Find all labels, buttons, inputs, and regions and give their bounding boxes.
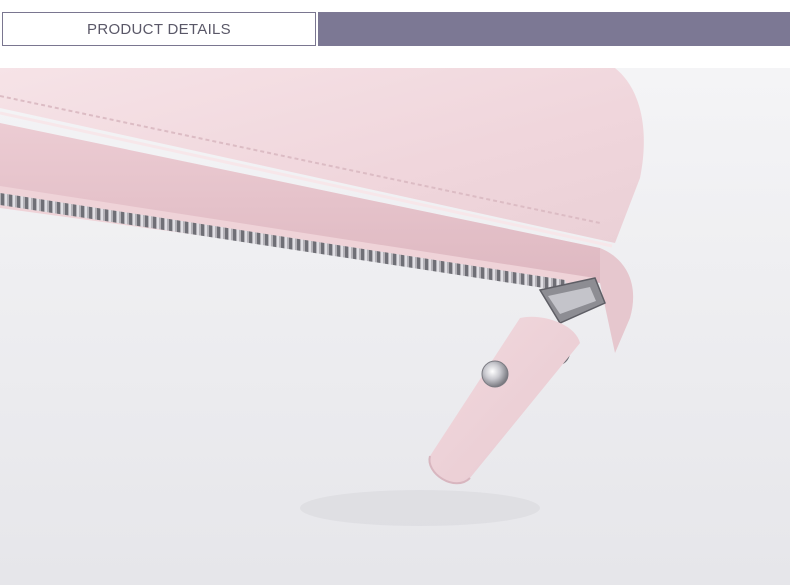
header-accent-bar	[318, 12, 790, 46]
product-details-header: PRODUCT DETAILS	[0, 10, 790, 48]
product-photo	[0, 68, 790, 585]
wallet-zipper-image	[0, 68, 790, 585]
header-label-box: PRODUCT DETAILS	[2, 12, 316, 46]
header-title: PRODUCT DETAILS	[87, 20, 231, 38]
